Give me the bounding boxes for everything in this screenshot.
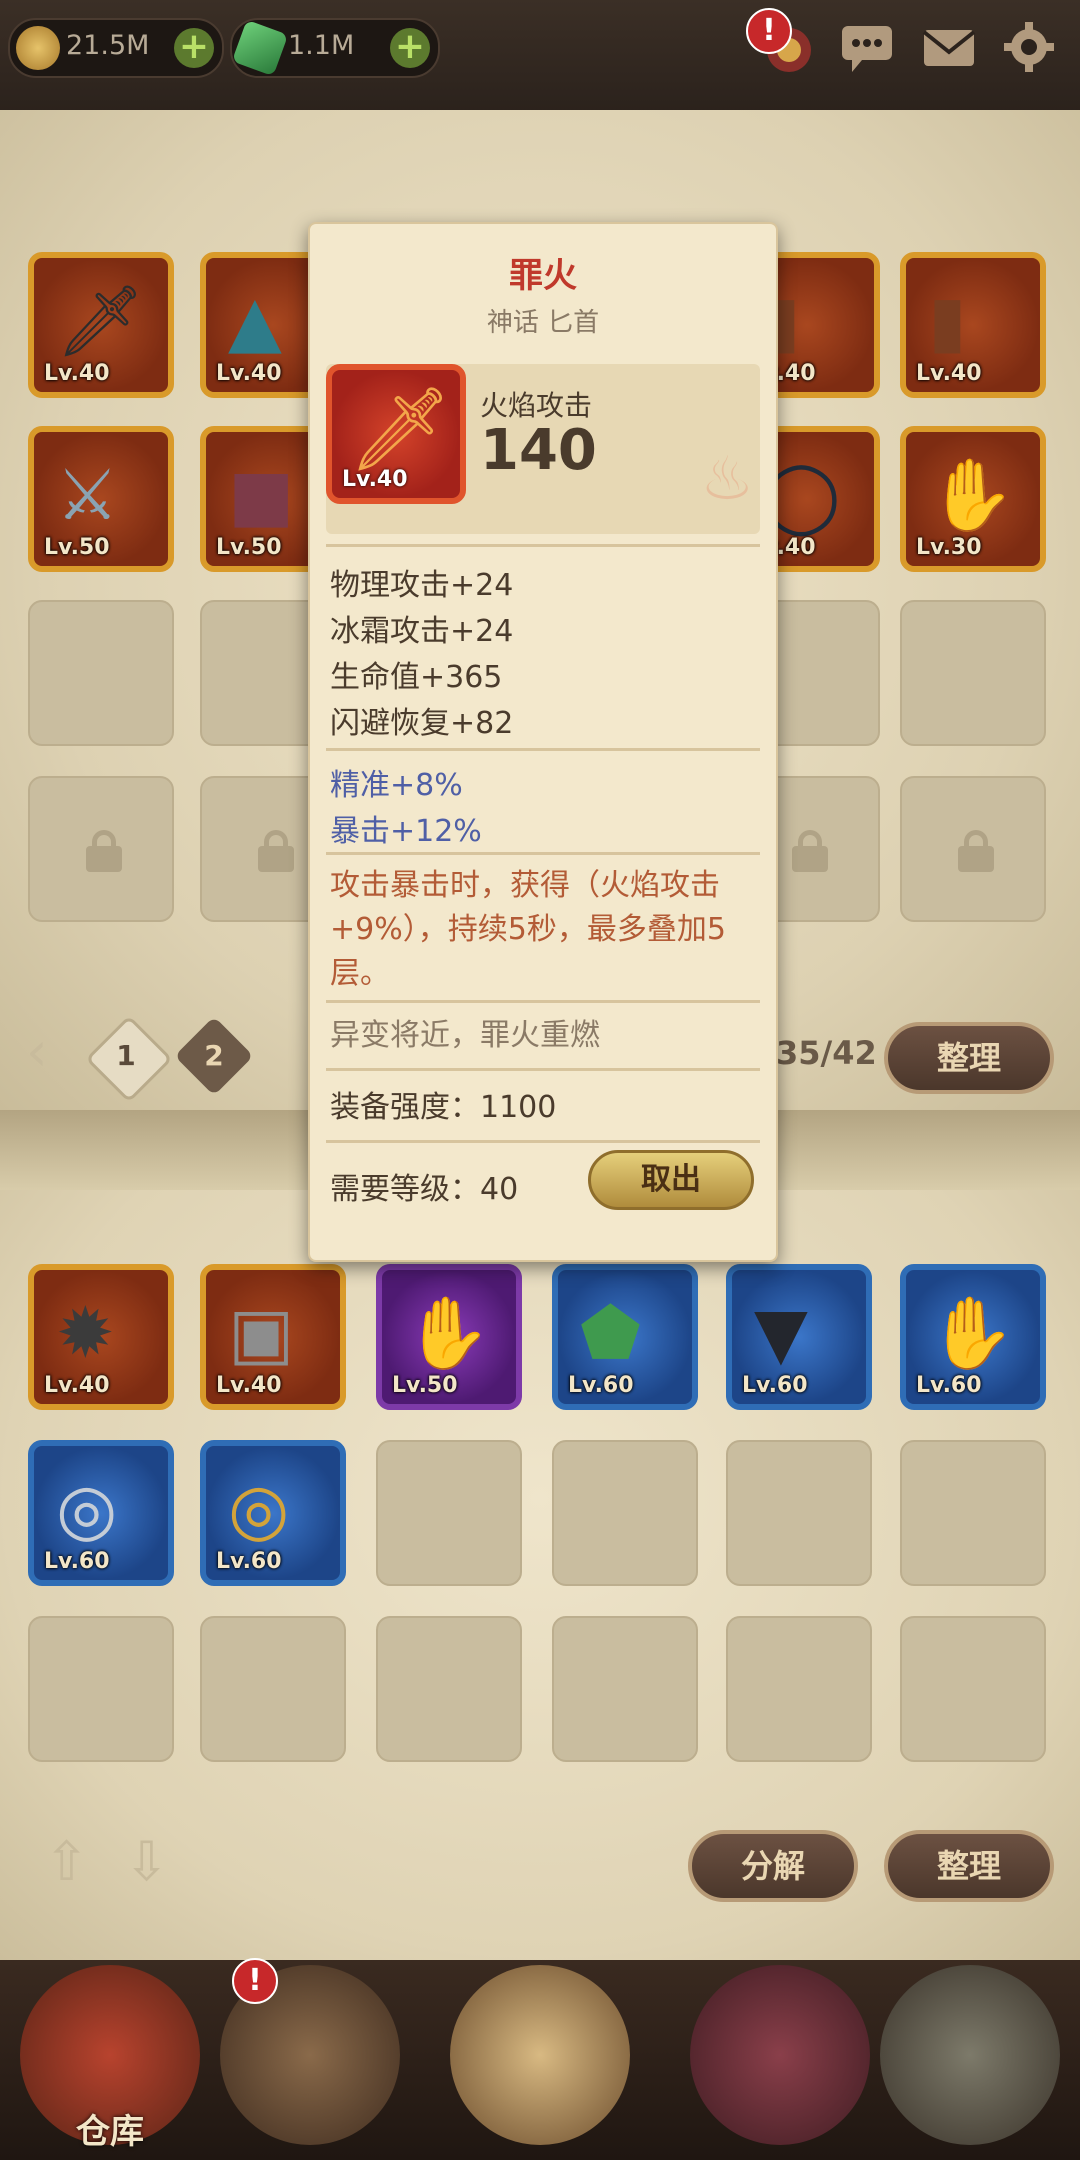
leaf-shield-icon: ⬟ — [580, 1292, 641, 1374]
tavern-alert-badge: ! — [232, 1958, 278, 2004]
cloak-icon: ▲ — [228, 280, 282, 362]
sort-bottom-button[interactable]: 整理 — [884, 1830, 1054, 1902]
forge-nav-icon[interactable] — [880, 1965, 1060, 2145]
add-gem-button[interactable]: + — [390, 28, 430, 68]
empty-slot[interactable] — [200, 1616, 346, 1762]
inventory-slot[interactable]: ✋ Lv.30 — [900, 426, 1046, 572]
page-2-button[interactable]: 2 — [186, 1028, 242, 1084]
inventory-slot[interactable]: ⚔ Lv.50 — [28, 426, 174, 572]
locked-slot — [900, 776, 1046, 922]
glove-icon: ✋ — [404, 1292, 492, 1374]
empty-slot[interactable] — [726, 1616, 872, 1762]
equipped-slot[interactable]: ⬟ Lv.60 — [552, 1264, 698, 1410]
inventory-slot[interactable]: ▮ Lv.40 — [900, 252, 1046, 398]
main-attr-value: 140 — [480, 418, 597, 483]
lock-icon — [258, 830, 294, 872]
fire-element-icon: ♨ — [700, 444, 754, 514]
empty-slot[interactable] — [900, 600, 1046, 746]
item-level: Lv.40 — [342, 467, 408, 492]
divider — [326, 748, 760, 751]
inventory-count: 35/42 — [776, 1034, 877, 1072]
equipped-slot[interactable]: ▼ Lv.60 — [726, 1264, 872, 1410]
unequip-button[interactable]: 取出 — [588, 1150, 754, 1210]
divider — [326, 852, 760, 855]
item-name: 罪火 — [509, 256, 577, 296]
gem-counter: 1.1M + — [230, 18, 440, 78]
glove-icon: ✋ — [928, 1292, 1016, 1374]
empty-slot[interactable] — [900, 1616, 1046, 1762]
lock-icon — [86, 830, 122, 872]
equipped-slot[interactable]: ◎ Lv.60 — [28, 1440, 174, 1586]
top-bar: 21.5M + 1.1M + ! — [0, 0, 1080, 116]
item-icon-frame: 🗡 Lv.40 — [326, 364, 466, 504]
equipped-slot[interactable]: ▣ Lv.40 — [200, 1264, 346, 1410]
prev-page-icon[interactable]: ‹ — [26, 1020, 48, 1083]
shrine-nav-icon[interactable] — [690, 1965, 870, 2145]
warehouse-nav-label: 仓库 — [76, 2112, 144, 2152]
gold-value: 21.5M — [66, 30, 150, 61]
item-effect: 攻击暴击时，获得（火焰攻击+9%），持续5秒，最多叠加5层。 — [330, 868, 726, 991]
divider — [326, 1140, 760, 1143]
empty-slot[interactable] — [28, 1616, 174, 1762]
armor-icon: ▼ — [754, 1292, 808, 1374]
helmet-icon: ▣ — [228, 1292, 295, 1374]
settings-gear-icon[interactable] — [1000, 18, 1058, 76]
gem-icon — [231, 19, 289, 77]
flame-dagger-icon: 🗡 — [348, 382, 453, 477]
empty-slot[interactable] — [552, 1616, 698, 1762]
stat-line: 冰霜攻击+24 — [330, 614, 514, 649]
equipment-power: 装备强度：1100 — [330, 1090, 557, 1125]
stat-line: 闪避恢复+82 — [330, 706, 514, 741]
empty-slot[interactable] — [726, 1440, 872, 1586]
special-stat-line: 暴击+12% — [330, 814, 482, 849]
equipped-slot[interactable]: ✹ Lv.40 — [28, 1264, 174, 1410]
empty-slot[interactable] — [552, 1440, 698, 1586]
inventory-slot[interactable]: 🗡 Lv.40 — [28, 252, 174, 398]
empty-slot[interactable] — [900, 1440, 1046, 1586]
scroll-down-icon[interactable]: ⇩ — [124, 1830, 169, 1893]
portal-nav-icon[interactable] — [450, 1965, 630, 2145]
equipped-slot[interactable]: ✋ Lv.50 — [376, 1264, 522, 1410]
boots-icon: ▮ — [928, 280, 967, 362]
divider — [326, 1068, 760, 1071]
special-stat-line: 精准+8% — [330, 768, 463, 803]
add-gold-button[interactable]: + — [174, 28, 214, 68]
stat-line: 物理攻击+24 — [330, 568, 514, 603]
book-icon: ■ — [228, 454, 295, 536]
empty-slot[interactable] — [376, 1616, 522, 1762]
mail-icon[interactable] — [920, 18, 978, 76]
equipped-slot[interactable]: ✋ Lv.60 — [900, 1264, 1046, 1410]
lock-icon — [958, 830, 994, 872]
dagger-icon: 🗡 — [56, 280, 145, 362]
empty-slot[interactable] — [376, 1440, 522, 1586]
ring-icon: ◎ — [228, 1468, 290, 1550]
stat-line: 生命值+365 — [330, 660, 503, 695]
page-1-button[interactable]: 1 — [98, 1028, 154, 1084]
decompose-button[interactable]: 分解 — [688, 1830, 858, 1902]
empty-slot[interactable] — [28, 600, 174, 746]
divider — [326, 1000, 760, 1003]
gem-value: 1.1M — [288, 30, 355, 61]
scroll-up-icon[interactable]: ⇧ — [44, 1830, 89, 1893]
locked-slot — [28, 776, 174, 922]
coin-icon — [16, 26, 60, 70]
item-type: 神话 匕首 — [486, 308, 600, 338]
alert-badge: ! — [746, 8, 792, 54]
equipped-slot[interactable]: ◎ Lv.60 — [200, 1440, 346, 1586]
required-level: 需要等级：40 — [330, 1172, 519, 1207]
divider — [326, 544, 760, 547]
chat-icon[interactable] — [838, 18, 896, 76]
sword-icon: ⚔ — [56, 454, 119, 536]
sort-button[interactable]: 整理 — [884, 1022, 1054, 1094]
lock-icon — [792, 830, 828, 872]
ring-icon: ◎ — [56, 1468, 118, 1550]
gauntlet-icon: ✋ — [928, 454, 1016, 536]
shield-icon: ✹ — [56, 1292, 115, 1374]
item-tooltip: 罪火 神话 匕首 🗡 Lv.40 火焰攻击 140 ♨ 物理攻击+24 冰霜攻击… — [308, 222, 778, 1262]
item-flavor-text: 异变将近，罪火重燃 — [330, 1018, 600, 1053]
gold-counter: 21.5M + — [8, 18, 224, 78]
